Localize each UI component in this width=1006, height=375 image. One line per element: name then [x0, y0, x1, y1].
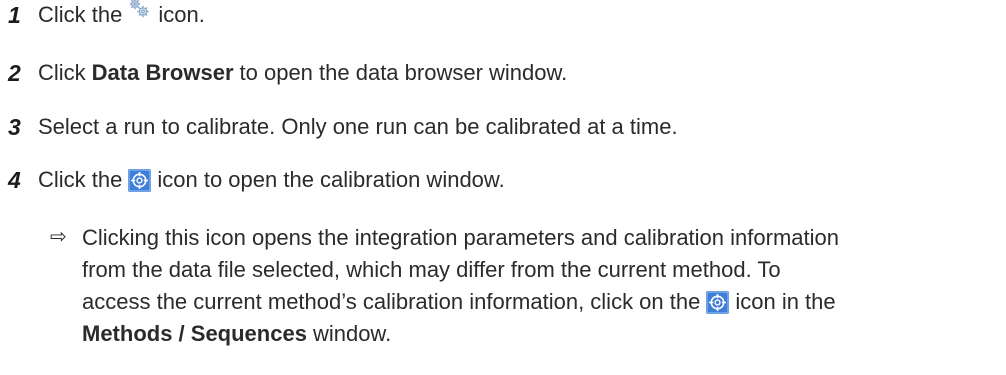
result-line-2: from the data file selected, which may d…: [82, 257, 781, 282]
result-arrow-icon: ⇨: [50, 226, 67, 248]
methods-sequences-label: Methods / Sequences: [82, 321, 307, 346]
data-browser-label: Data Browser: [91, 60, 234, 85]
step-text-after: icon to open the calibration window.: [157, 167, 505, 192]
step-text: Click the icon.: [38, 0, 205, 28]
step-1: 1 Click the icon.: [8, 0, 205, 30]
step-3: 3 Select a run to calibrate. Only one ru…: [8, 112, 678, 142]
step-number: 2: [8, 59, 21, 86]
calibration-icon: [706, 290, 730, 314]
step-text-after: icon.: [158, 2, 205, 27]
result-line-4-after: window.: [312, 321, 392, 346]
step-number: 1: [8, 1, 21, 28]
step-number: 3: [8, 113, 21, 140]
result-text: Clicking this icon opens the integration…: [82, 222, 987, 350]
step-text: Click the icon to open the calibration w…: [38, 167, 505, 193]
calibration-icon: [128, 168, 152, 192]
step-2: 2 Click Data Browser to open the data br…: [8, 58, 567, 88]
result-line-3: access the current method’s calibration …: [82, 286, 987, 318]
step-4: 4 Click the icon to open the calibration…: [8, 165, 505, 195]
result-line-3-before: access the current method’s calibration …: [82, 289, 701, 314]
result-line-1: Clicking this icon opens the integration…: [82, 225, 839, 250]
step-text: Select a run to calibrate. Only one run …: [38, 114, 678, 139]
result-line-4: Methods / Sequences window.: [82, 318, 987, 350]
result-line-3-after: icon in the: [735, 289, 836, 314]
step-text-after: to open the data browser window.: [239, 60, 568, 85]
step-text-before: Click: [38, 60, 86, 85]
step-text-before: Click the: [38, 167, 123, 192]
gears-icon: [128, 0, 150, 19]
step-number: 4: [8, 166, 21, 193]
step-text: Click Data Browser to open the data brow…: [38, 60, 567, 86]
step-text-before: Click the: [38, 2, 123, 27]
